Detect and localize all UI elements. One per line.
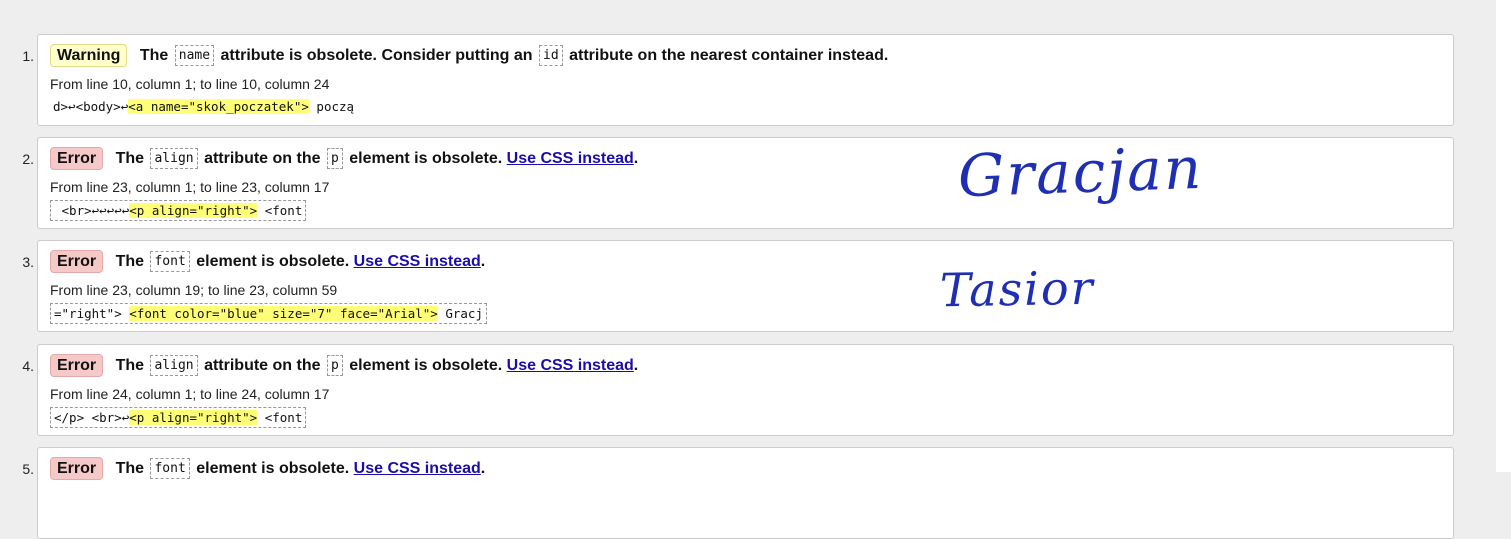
- message-location: From line 23, column 19; to line 23, col…: [50, 282, 338, 298]
- use-css-link[interactable]: Use CSS instead: [354, 460, 481, 477]
- warning-badge: Warning: [50, 44, 128, 68]
- error-badge: Error: [50, 457, 104, 481]
- message-number: 2.: [22, 151, 34, 167]
- message-text-part: The: [115, 253, 145, 270]
- attribute-code: align: [150, 148, 198, 170]
- message-location: From line 24, column 1; to line 24, colu…: [50, 386, 330, 402]
- extract-after: począ: [308, 99, 355, 114]
- element-code: font: [150, 458, 190, 480]
- use-css-link[interactable]: Use CSS instead: [507, 357, 634, 374]
- message-text: Warning The name attribute is obsolete. …: [50, 44, 1441, 68]
- extract-after: <font: [257, 203, 303, 218]
- message-item-1: 1. Warning The name attribute is obsolet…: [22, 34, 1454, 126]
- handwritten-name: Gracjan: [956, 133, 1205, 211]
- element-code: p: [326, 355, 343, 377]
- use-css-link[interactable]: Use CSS instead: [507, 150, 634, 167]
- message-text-part: element is obsolete.: [196, 460, 350, 477]
- message-text: Error The align attribute on the p eleme…: [50, 354, 1441, 378]
- message-text: Error The font element is obsolete. Use …: [50, 250, 1441, 274]
- message-text-part: element is obsolete.: [349, 357, 503, 374]
- message-text-part: attribute on the nearest container inste…: [569, 47, 889, 64]
- extract-highlight: <p align="right">: [129, 203, 258, 218]
- scrollbar-gutter[interactable]: [1496, 0, 1511, 472]
- extract-before: <br>↩↩↩↩↩: [54, 203, 130, 218]
- extract-after: Gracj: [437, 306, 483, 321]
- message-location: From line 10, column 1; to line 10, colu…: [50, 76, 330, 92]
- message-number: 4.: [22, 358, 34, 374]
- message-item-2: 2. Error The align attribute on the p el…: [22, 137, 1454, 229]
- message-text: Error The font element is obsolete. Use …: [50, 457, 1441, 481]
- error-badge: Error: [50, 250, 104, 274]
- message-text-part: The: [115, 150, 145, 167]
- extract-before: </p> <br>↩: [54, 410, 130, 425]
- message-text-part: .: [480, 460, 486, 477]
- message-number: 3.: [22, 254, 34, 270]
- message-location: From line 23, column 1; to line 23, colu…: [50, 179, 330, 195]
- element-code: p: [326, 148, 343, 170]
- use-css-link[interactable]: Use CSS instead: [354, 253, 481, 270]
- extract-highlight: <font color="blue" size="7" face="Arial"…: [129, 306, 438, 321]
- message-item-5: 5. Error The font element is obsolete. U…: [22, 447, 1454, 539]
- extract-highlight: <p align="right">: [129, 410, 258, 425]
- attribute-code: id: [539, 45, 563, 67]
- message-text-part: .: [633, 357, 639, 374]
- message-text-part: The: [115, 460, 145, 477]
- error-badge: Error: [50, 147, 104, 171]
- attribute-code: align: [150, 355, 198, 377]
- source-extract: d>↩<body>↩<a name="skok_poczatek"> począ: [50, 97, 357, 116]
- message-number: 5.: [22, 461, 34, 477]
- message-text: Error The align attribute on the p eleme…: [50, 147, 1441, 171]
- message-text-part: attribute on the: [204, 150, 321, 167]
- extract-before: d>↩<body>↩: [53, 99, 129, 114]
- message-text-part: .: [480, 253, 486, 270]
- source-extract: ="right"> <font color="blue" size="7" fa…: [50, 303, 487, 324]
- message-text-part: element is obsolete.: [349, 150, 503, 167]
- message-text-part: The: [139, 47, 169, 64]
- message-item-3: 3. Error The font element is obsolete. U…: [22, 240, 1454, 332]
- attribute-code: name: [174, 45, 215, 67]
- element-code: font: [150, 251, 190, 273]
- message-text-part: The: [115, 357, 145, 374]
- message-text-part: element is obsolete.: [196, 253, 350, 270]
- error-badge: Error: [50, 354, 104, 378]
- handwritten-surname: Tasior: [939, 260, 1096, 318]
- extract-after: <font: [257, 410, 303, 425]
- message-text-part: attribute is obsolete. Consider putting …: [220, 47, 533, 64]
- source-extract: </p> <br>↩<p align="right"> <font: [50, 407, 307, 428]
- message-text-part: .: [633, 150, 639, 167]
- extract-highlight: <a name="skok_poczatek">: [128, 99, 309, 114]
- source-extract: <br>↩↩↩↩↩<p align="right"> <font: [50, 200, 307, 221]
- message-number: 1.: [22, 48, 34, 64]
- message-item-4: 4. Error The align attribute on the p el…: [22, 344, 1454, 436]
- validator-results-page: 1. Warning The name attribute is obsolet…: [0, 0, 1496, 539]
- message-text-part: attribute on the: [204, 357, 321, 374]
- extract-before: ="right">: [54, 306, 130, 321]
